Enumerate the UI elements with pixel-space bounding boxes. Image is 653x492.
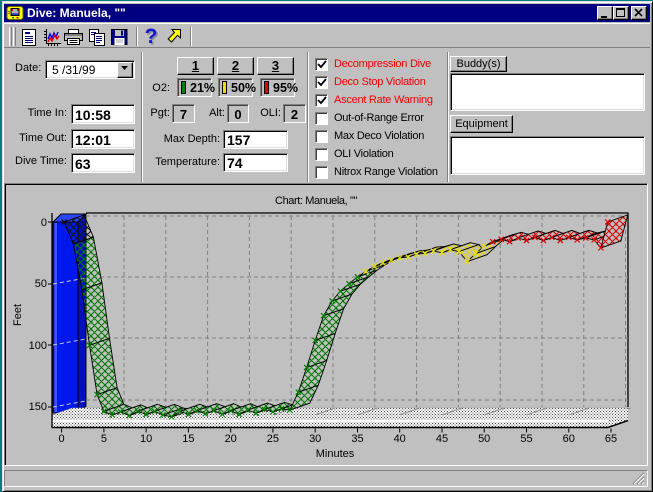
svg-text:65: 65 [605,433,617,445]
svg-text:150: 150 [29,401,47,413]
svg-text:50: 50 [478,433,490,445]
svg-text:50: 50 [35,278,47,290]
svg-text:100: 100 [29,340,47,352]
svg-text:Feet: Feet [12,304,24,326]
svg-text:45: 45 [436,433,448,445]
svg-text:55: 55 [520,433,532,445]
svg-text:35: 35 [351,433,363,445]
svg-text:15: 15 [182,433,194,445]
svg-text:10: 10 [140,433,152,445]
svg-text:40: 40 [394,433,406,445]
svg-text:60: 60 [563,433,575,445]
svg-text:25: 25 [267,433,279,445]
svg-text:Chart: Manuela, "": Chart: Manuela, "" [275,195,357,207]
svg-text:5: 5 [101,433,107,445]
svg-text:20: 20 [225,433,237,445]
svg-text:0: 0 [41,217,47,229]
svg-text:Minutes: Minutes [316,448,355,460]
svg-text:30: 30 [309,433,321,445]
svg-text:0: 0 [59,433,65,445]
